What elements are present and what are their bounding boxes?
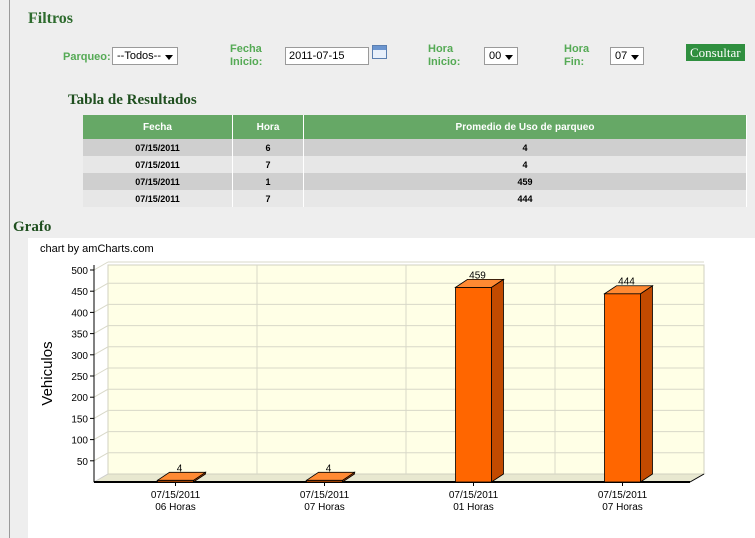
grid-line	[93, 409, 109, 419]
y-tick-label: 300	[71, 351, 88, 362]
y-axis-label: Vehiculos	[39, 341, 56, 405]
x-tick-label: 07/15/2011	[449, 490, 499, 501]
x-tick-label: 07/15/2011	[151, 490, 201, 501]
y-tick-label: 250	[71, 372, 88, 383]
bar	[604, 293, 641, 483]
bar	[455, 286, 492, 483]
x-tick-label: 07 Horas	[602, 502, 643, 513]
y-tick-label: 500	[71, 266, 88, 277]
x-tick-label: 07 Horas	[304, 502, 345, 513]
y-tick-label: 200	[71, 393, 88, 404]
grid-line	[93, 388, 109, 398]
bar-value-label: 4	[177, 463, 183, 474]
grid-line	[93, 303, 109, 313]
y-tick-label: 350	[71, 330, 88, 341]
grid-line	[93, 325, 109, 335]
bar-chart: 50 100 150 200 250 300 350 400 450 500 Vehiculos 4 0…	[39, 261, 706, 513]
y-tick-label: 50	[77, 457, 89, 468]
x-tick-label: 07/15/2011	[598, 490, 648, 501]
grid-line	[93, 452, 109, 462]
y-tick-label: 400	[71, 308, 88, 319]
x-tick-label: 07/15/2011	[300, 490, 350, 501]
grid-line	[93, 261, 109, 271]
grid-line	[93, 367, 109, 377]
bar-value-label: 444	[618, 277, 635, 288]
x-tick-label: 06 Horas	[155, 502, 196, 513]
grid-line	[93, 282, 109, 292]
y-tick-label: 150	[71, 414, 88, 425]
bar-value-label: 459	[469, 270, 486, 281]
y-tick-label: 100	[71, 436, 88, 447]
x-tick-label: 01 Horas	[453, 502, 494, 513]
y-tick-label: 450	[71, 287, 88, 298]
grid-line	[93, 346, 109, 356]
grid-line	[93, 431, 109, 441]
bar-side	[491, 278, 504, 483]
bar-value-label: 4	[326, 463, 332, 474]
bar-side	[640, 284, 653, 483]
